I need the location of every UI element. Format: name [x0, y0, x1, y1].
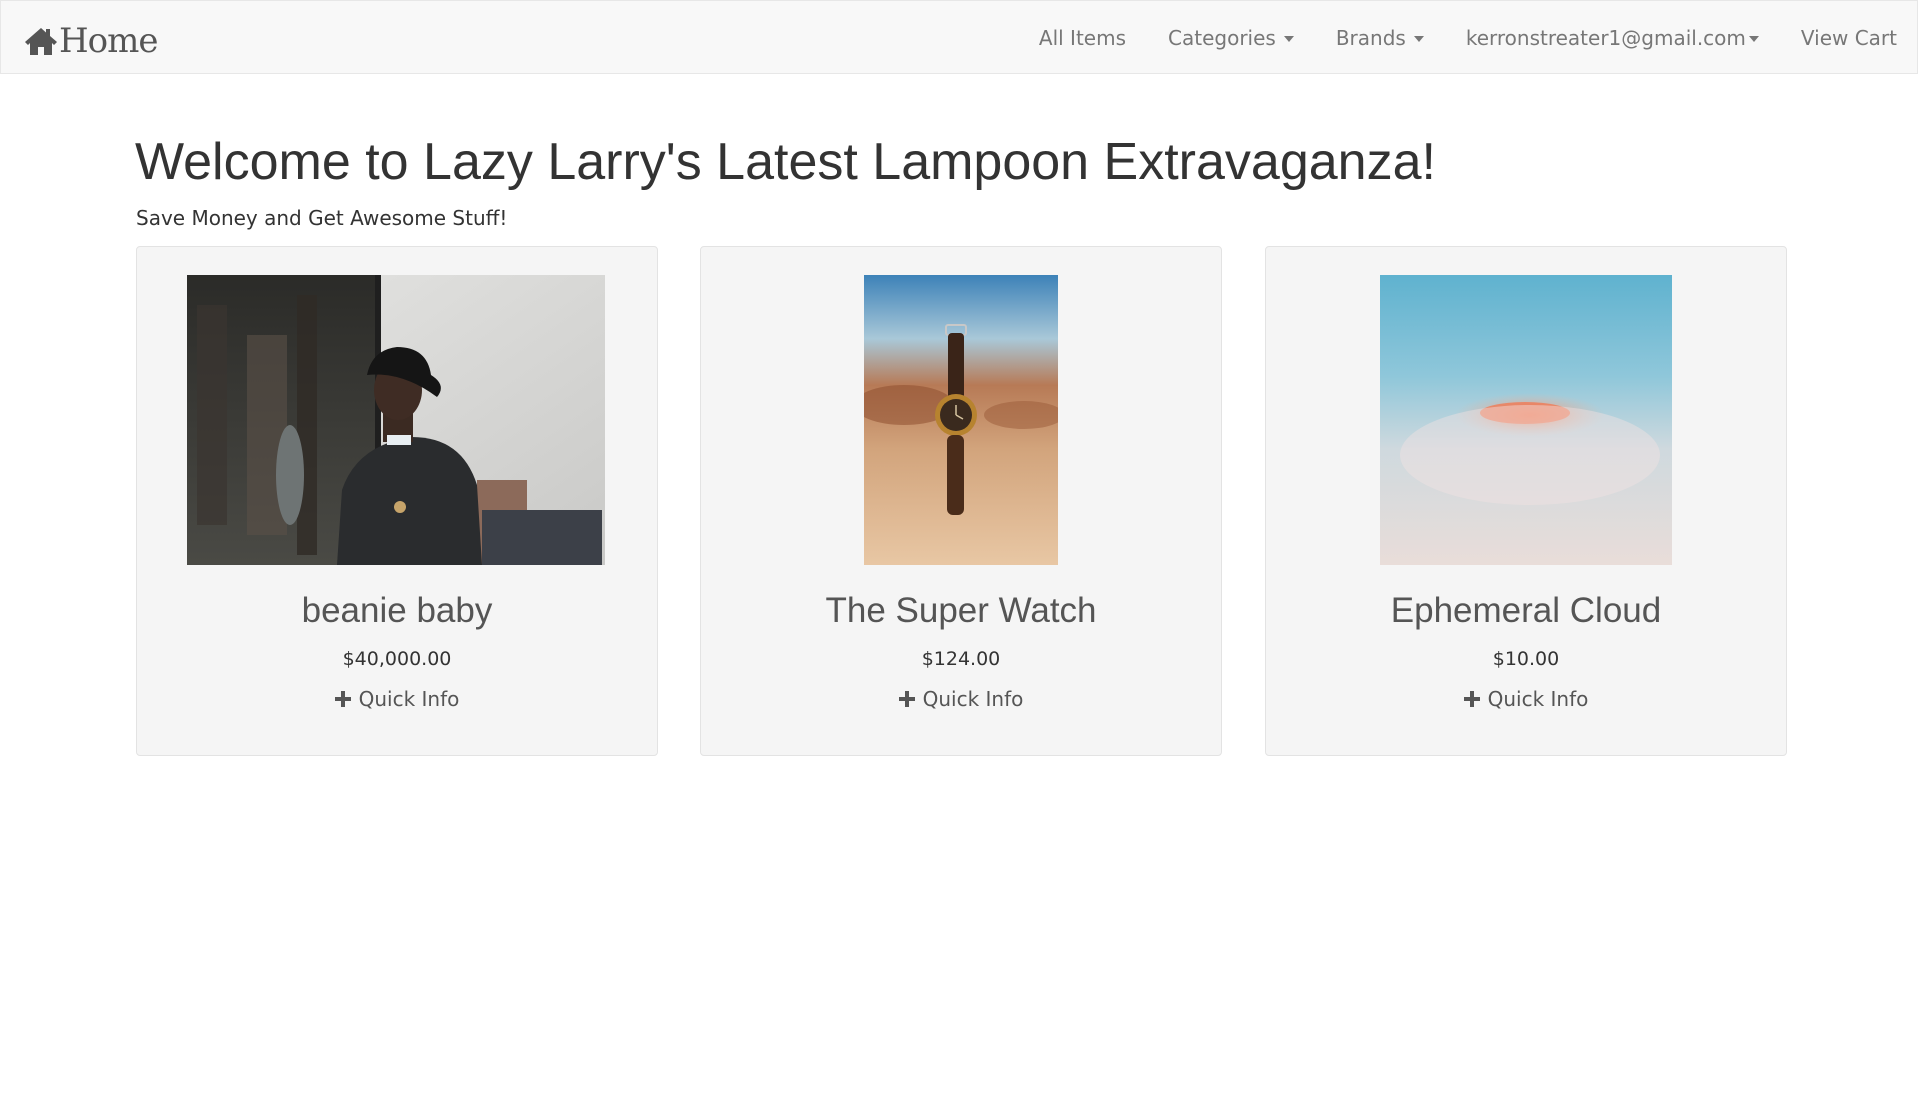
product-price: $10.00	[1492, 648, 1560, 670]
product-name[interactable]: Ephemeral Cloud	[1266, 591, 1786, 631]
product-card: The Super Watch $124.00 Quick Info	[700, 246, 1222, 756]
navbar: Home All Items Categories Brands kerrons…	[0, 0, 1918, 74]
page-title: Welcome to Lazy Larry's Latest Lampoon E…	[135, 133, 1436, 191]
nav-all-items-label: All Items	[1038, 26, 1127, 50]
page-subtitle: Save Money and Get Awesome Stuff!	[136, 206, 508, 230]
nav-categories-dropdown[interactable]: Categories	[1147, 1, 1315, 75]
product-price: $40,000.00	[342, 648, 452, 670]
plus-icon	[898, 691, 915, 707]
product-name[interactable]: beanie baby	[137, 591, 657, 631]
product-name[interactable]: The Super Watch	[701, 591, 1221, 631]
home-icon	[25, 28, 57, 55]
caret-down-icon	[1748, 36, 1759, 42]
plus-icon	[1463, 691, 1480, 707]
nav-all-items[interactable]: All Items	[1018, 1, 1147, 75]
product-image[interactable]	[1380, 275, 1672, 565]
pink-cloud-photo	[1380, 275, 1672, 565]
nav-menu: All Items Categories Brands kerronstreat…	[1018, 1, 1917, 75]
home-label: Home	[59, 21, 158, 61]
nav-view-cart[interactable]: View Cart	[1780, 1, 1917, 75]
product-card: Ephemeral Cloud $10.00 Quick Info	[1265, 246, 1787, 756]
home-link[interactable]: Home	[24, 21, 158, 61]
quick-info-label: Quick Info	[922, 687, 1024, 711]
product-image[interactable]	[864, 275, 1058, 565]
product-image[interactable]	[187, 275, 605, 565]
quick-info-button[interactable]: Quick Info	[701, 687, 1221, 711]
quick-info-label: Quick Info	[1487, 687, 1589, 711]
nav-account-label: kerronstreater1@gmail.com	[1465, 26, 1746, 50]
nav-brands-label: Brands	[1335, 26, 1406, 50]
quick-info-button[interactable]: Quick Info	[1266, 687, 1786, 711]
plus-icon	[334, 691, 351, 707]
quick-info-button[interactable]: Quick Info	[137, 687, 657, 711]
wristwatch-photo	[864, 275, 1058, 565]
product-card: beanie baby $40,000.00 Quick Info	[136, 246, 658, 756]
caret-down-icon	[1283, 36, 1294, 42]
caret-down-icon	[1413, 36, 1424, 42]
nav-view-cart-label: View Cart	[1800, 26, 1897, 50]
nav-account-dropdown[interactable]: kerronstreater1@gmail.com	[1445, 1, 1780, 75]
product-price: $124.00	[921, 648, 1001, 670]
nav-categories-label: Categories	[1168, 26, 1276, 50]
quick-info-label: Quick Info	[358, 687, 460, 711]
man-in-hat-photo	[187, 275, 605, 565]
nav-brands-dropdown[interactable]: Brands	[1315, 1, 1445, 75]
